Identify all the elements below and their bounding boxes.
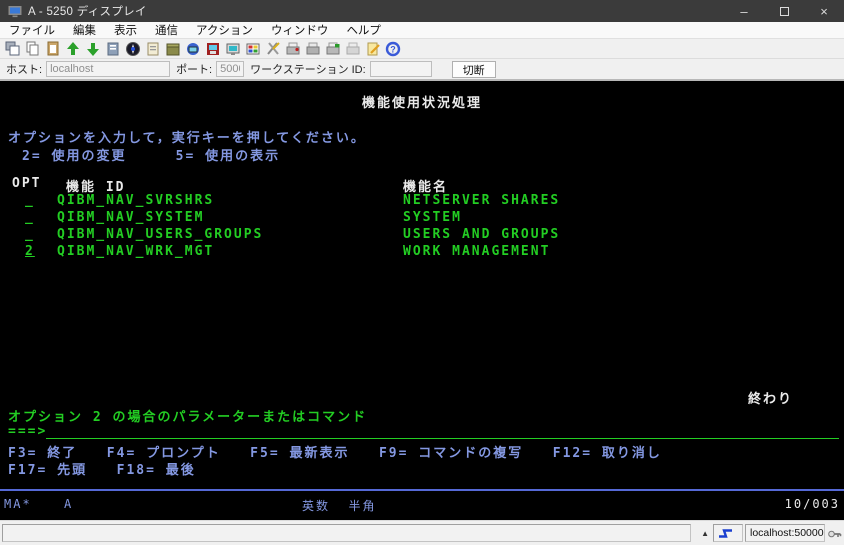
function-name: NETSERVER SHARES: [403, 193, 560, 208]
menu-communication[interactable]: 通信: [146, 22, 187, 38]
function-id: QIBM_NAV_SVRSHRS: [57, 193, 214, 208]
oia-system-status: MA*: [4, 497, 32, 511]
workstation-id-label: ワークステーション ID:: [250, 61, 366, 77]
opt-field[interactable]: _: [25, 210, 35, 225]
package-icon[interactable]: [164, 41, 181, 57]
minimize-button[interactable]: –: [724, 0, 764, 22]
command-prompt-arrow: ===>: [8, 424, 47, 439]
close-button[interactable]: ×: [804, 0, 844, 22]
emulator-window: A - 5250 ディスプレイ – × ファイル 編集 表示 通信 アクション …: [0, 0, 844, 545]
option-choices-line: 2= 使用の変更 5= 使用の表示: [22, 145, 280, 164]
function-id: QIBM_NAV_SYSTEM: [57, 210, 204, 225]
host-input[interactable]: [46, 61, 170, 77]
menu-actions[interactable]: アクション: [187, 22, 262, 38]
edit-macro-icon[interactable]: [364, 41, 381, 57]
menu-view[interactable]: 表示: [105, 22, 146, 38]
notes-icon[interactable]: [104, 41, 121, 57]
maximize-icon: [780, 7, 789, 16]
port-input[interactable]: [216, 61, 244, 77]
paste-icon[interactable]: [44, 41, 61, 57]
command-input-line[interactable]: [46, 438, 839, 439]
fkeys-line-2: F17= 先頭 F18= 最後: [8, 459, 196, 478]
function-name: SYSTEM: [403, 210, 462, 225]
toolbar: ?: [0, 39, 844, 59]
upload-icon[interactable]: [64, 41, 81, 57]
printer-pale-icon[interactable]: [344, 41, 361, 57]
end-of-list-label: 終わり: [748, 388, 793, 407]
menu-edit[interactable]: 編集: [64, 22, 105, 38]
globe-screen-icon[interactable]: [184, 41, 201, 57]
oia-session-id: A: [64, 497, 73, 511]
expand-arrow-icon[interactable]: ▲: [701, 529, 709, 538]
compass-icon[interactable]: [124, 41, 141, 57]
help-icon[interactable]: ?: [384, 41, 401, 57]
terminal-screen[interactable]: 機能使用状況処理 オプションを入力して，実行キーを押してください。 2= 使用の…: [0, 81, 844, 520]
function-name: WORK MANAGEMENT: [403, 244, 550, 259]
status-message-panel: [2, 524, 691, 542]
port-label: ポート:: [176, 61, 212, 77]
connection-zigzag-icon: [718, 528, 738, 539]
opt-field[interactable]: _: [25, 193, 35, 208]
keyboard-map-icon[interactable]: [264, 41, 281, 57]
opt-field[interactable]: 2: [25, 244, 35, 259]
color-map-icon[interactable]: [244, 41, 261, 57]
host-label: ホスト:: [6, 61, 42, 77]
opt-field[interactable]: _: [25, 227, 35, 242]
copy-screen-icon[interactable]: [4, 41, 21, 57]
instruction-line: オプションを入力して，実行キーを押してください。: [8, 127, 366, 146]
menu-bar: ファイル 編集 表示 通信 アクション ウィンドウ ヘルプ: [0, 22, 844, 39]
window-title: A - 5250 ディスプレイ: [28, 3, 147, 19]
menu-window[interactable]: ウィンドウ: [262, 22, 338, 38]
print-screen-icon[interactable]: [284, 41, 301, 57]
oia-input-mode: 英数 半角: [302, 497, 376, 514]
title-bar: A - 5250 ディスプレイ – ×: [0, 0, 844, 22]
column-header-opt: OPT: [12, 176, 41, 191]
menu-help[interactable]: ヘルプ: [337, 22, 390, 38]
notepad-icon[interactable]: [144, 41, 161, 57]
copy-icon[interactable]: [24, 41, 41, 57]
oia-separator-line: [0, 489, 844, 491]
printer-icon[interactable]: [304, 41, 321, 57]
connection-status-panel: [713, 524, 743, 542]
disconnect-button[interactable]: 切断: [452, 61, 496, 78]
maximize-button[interactable]: [764, 0, 804, 22]
parameter-prompt-label: オプション 2 の場合のパラメーターまたはコマンド: [8, 406, 367, 425]
download-icon[interactable]: [84, 41, 101, 57]
function-name: USERS AND GROUPS: [403, 227, 560, 242]
svg-text:?: ?: [390, 44, 396, 54]
printer-setup-icon[interactable]: [324, 41, 341, 57]
connection-address-panel: localhost:50000: [745, 524, 825, 542]
workstation-id-input[interactable]: [370, 61, 432, 77]
display-settings-icon[interactable]: [224, 41, 241, 57]
function-id: QIBM_NAV_WRK_MGT: [57, 244, 214, 259]
screen-title: 機能使用状況処理: [0, 92, 844, 111]
menu-file[interactable]: ファイル: [0, 22, 64, 38]
oia-cursor-position: 10/003: [785, 497, 840, 511]
keyboard-lock-icon: [827, 526, 842, 541]
save-screen-icon[interactable]: [204, 41, 221, 57]
function-id: QIBM_NAV_USERS_GROUPS: [57, 227, 263, 242]
app-monitor-icon: [8, 5, 22, 18]
status-bar: ▲ localhost:50000: [0, 520, 844, 545]
connection-bar: ホスト: ポート: ワークステーション ID: 切断: [0, 59, 844, 81]
